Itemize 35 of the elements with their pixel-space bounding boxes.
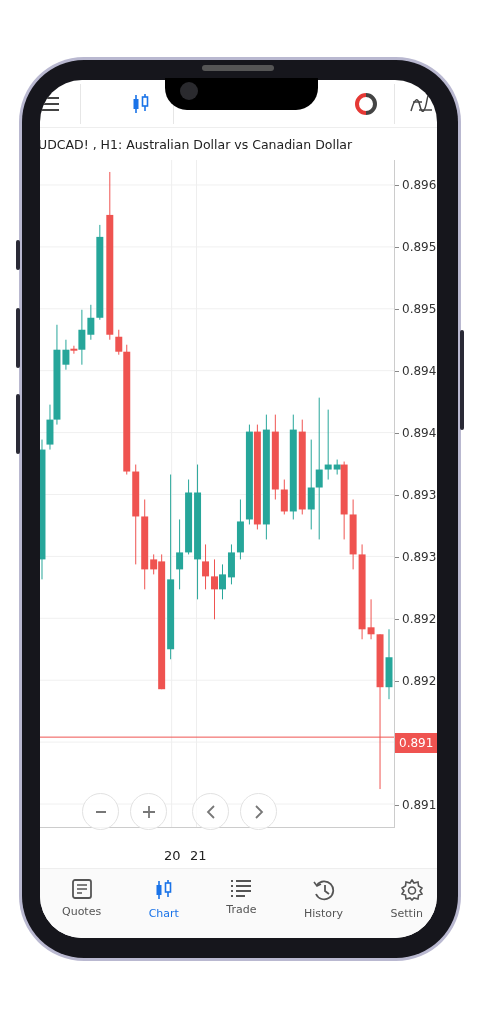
price-label: 0.895	[402, 240, 437, 254]
clock-history-icon	[311, 879, 336, 901]
camera-lens	[180, 82, 198, 100]
ring-logo-icon	[355, 92, 377, 115]
list-icon	[230, 879, 253, 897]
nav-tab[interactable]: History	[293, 879, 354, 920]
document-icon	[71, 879, 92, 899]
price-label: 0.895	[402, 302, 437, 316]
previous-button[interactable]	[192, 793, 229, 830]
date-label: 21	[190, 848, 207, 863]
plus-icon	[141, 804, 156, 819]
next-button[interactable]	[240, 793, 277, 830]
account-button[interactable]	[354, 92, 378, 115]
zoom-in-button[interactable]	[130, 793, 167, 830]
hamburger-menu-icon[interactable]	[40, 95, 62, 112]
menu-icon	[40, 95, 60, 112]
nav-tab[interactable]: Settin	[380, 879, 423, 920]
date-label: 20	[164, 848, 181, 863]
price-label: 0.894	[402, 364, 437, 378]
nav-tab[interactable]: Chart	[138, 879, 189, 920]
gear-icon	[400, 879, 423, 901]
speaker-slot	[202, 65, 274, 71]
candlestick-icon	[154, 879, 174, 901]
nav-tab[interactable]: Trade	[216, 879, 267, 916]
current-price-tag: 0.891	[395, 733, 437, 753]
nav-tab[interactable]: Quotes	[52, 879, 112, 918]
price-label: 0.893	[402, 550, 437, 564]
price-label: 0.896	[402, 178, 437, 192]
price-label: 0.892	[402, 612, 437, 626]
price-label: 0.894	[402, 426, 437, 440]
price-label: 0.891	[402, 798, 437, 812]
price-label: 0.893	[402, 488, 437, 502]
price-label: 0.892	[402, 674, 437, 688]
chevron-right-icon	[253, 804, 264, 819]
chevron-left-icon	[205, 804, 216, 819]
